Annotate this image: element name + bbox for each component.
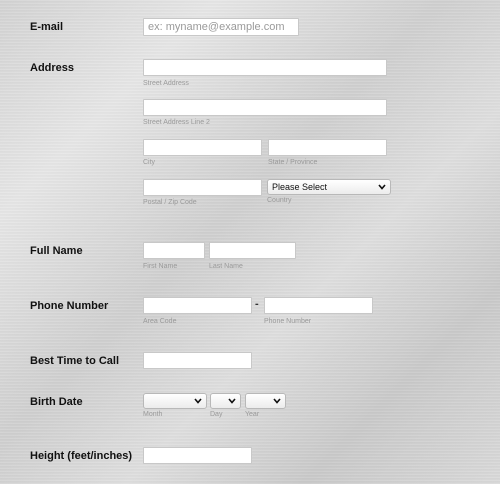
area-code-sublabel: Area Code xyxy=(143,318,177,325)
birth-month-sublabel: Month xyxy=(143,411,163,418)
birth-day-sublabel: Day xyxy=(210,411,223,418)
height-label: Height (feet/inches) xyxy=(30,450,133,462)
chevron-down-icon xyxy=(194,398,202,404)
street-address-line2-input[interactable] xyxy=(143,99,387,116)
country-sublabel: Country xyxy=(267,197,292,204)
best-time-label: Best Time to Call xyxy=(30,355,120,367)
birth-year-sublabel: Year xyxy=(245,411,260,418)
country-select-value: Please Select xyxy=(272,182,328,192)
last-name-input[interactable] xyxy=(209,242,296,259)
country-select[interactable]: Please Select xyxy=(267,179,391,195)
birth-year-select[interactable] xyxy=(245,393,286,409)
state-province-input[interactable] xyxy=(268,139,387,156)
phone-number-input[interactable] xyxy=(264,297,373,314)
street-address-input[interactable] xyxy=(143,59,387,76)
first-name-sublabel: First Name xyxy=(143,263,178,270)
state-province-sublabel: State / Province xyxy=(268,159,318,166)
chevron-down-icon xyxy=(378,184,386,190)
email-label: E-mail xyxy=(30,21,64,33)
phone-number-label: Phone Number xyxy=(30,300,109,312)
birth-day-select[interactable] xyxy=(210,393,241,409)
city-input[interactable] xyxy=(143,139,262,156)
phone-separator: - xyxy=(255,298,259,310)
last-name-sublabel: Last Name xyxy=(209,263,243,270)
height-input[interactable] xyxy=(143,447,252,464)
full-name-label: Full Name xyxy=(30,245,83,257)
postal-zip-sublabel: Postal / Zip Code xyxy=(143,199,197,206)
address-label: Address xyxy=(30,62,75,74)
first-name-input[interactable] xyxy=(143,242,205,259)
email-placeholder: ex: myname@example.com xyxy=(148,21,285,33)
street-address-sublabel: Street Address xyxy=(143,80,189,87)
city-sublabel: City xyxy=(143,159,156,166)
best-time-input[interactable] xyxy=(143,352,252,369)
phone-number-sublabel: Phone Number xyxy=(264,318,312,325)
postal-zip-input[interactable] xyxy=(143,179,262,196)
street-address-line2-sublabel: Street Address Line 2 xyxy=(143,119,210,126)
email-input[interactable]: ex: myname@example.com xyxy=(143,18,299,36)
area-code-input[interactable] xyxy=(143,297,252,314)
chevron-down-icon xyxy=(228,398,236,404)
birth-month-select[interactable] xyxy=(143,393,207,409)
birth-date-label: Birth Date xyxy=(30,396,83,408)
chevron-down-icon xyxy=(273,398,281,404)
